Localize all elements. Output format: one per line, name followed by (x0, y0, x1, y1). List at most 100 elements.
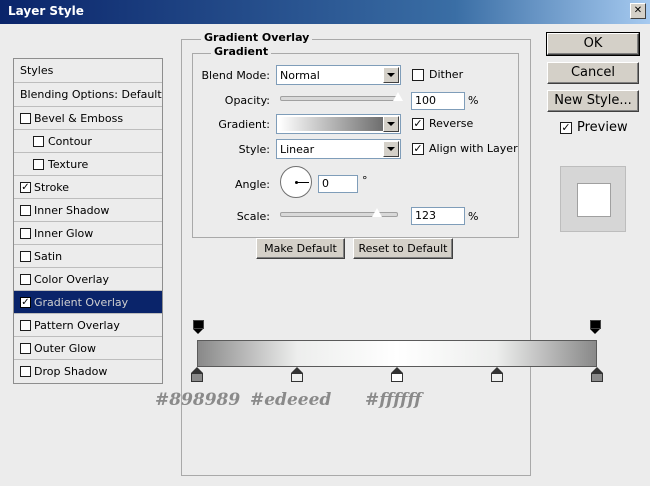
style-item-label: Pattern Overlay (34, 318, 120, 332)
style-item-label: Drop Shadow (34, 365, 108, 378)
scale-input[interactable]: 123 (411, 207, 465, 225)
color-stop-2[interactable] (291, 367, 303, 383)
gradient-bar[interactable] (197, 340, 597, 367)
blend-mode-select[interactable]: Normal (276, 65, 401, 85)
checkbox-box[interactable] (20, 205, 31, 216)
angle-label: Angle: (234, 178, 270, 191)
cancel-button[interactable]: Cancel (547, 62, 639, 84)
opacity-unit: % (468, 94, 479, 107)
style-item-gradient-overlay[interactable]: ✓ Gradient Overlay (14, 291, 162, 314)
style-item-drop-shadow[interactable]: Drop Shadow (14, 360, 162, 383)
style-item-label: Bevel & Emboss (34, 111, 124, 125)
checkbox-box[interactable] (20, 343, 31, 354)
opacity-stop-left[interactable] (193, 320, 204, 334)
opacity-slider-thumb[interactable] (392, 91, 404, 102)
color-stop-4[interactable] (491, 367, 503, 383)
style-item-outer-glow[interactable]: Outer Glow (14, 337, 162, 360)
angle-input[interactable]: 0 (318, 175, 358, 193)
chevron-down-icon[interactable] (383, 141, 399, 157)
style-item-inner-shadow[interactable]: Inner Shadow (14, 199, 162, 222)
color-stop-1[interactable] (191, 367, 203, 383)
style-value: Linear (280, 143, 315, 156)
preview-checkbox[interactable]: ✓ Preview (560, 120, 628, 135)
style-item-inner-glow[interactable]: Inner Glow (14, 222, 162, 245)
style-item-label: Color Overlay (34, 272, 109, 286)
style-item-label: Contour (48, 134, 92, 148)
style-select[interactable]: Linear (276, 139, 401, 159)
checkbox-box[interactable]: ✓ (412, 117, 424, 130)
align-with-layer-checkbox[interactable]: ✓ Align with Layer (412, 142, 518, 155)
angle-unit: ° (362, 174, 368, 187)
gradient-overlay-title: Gradient Overlay (201, 31, 313, 44)
reverse-checkbox[interactable]: ✓ Reverse (412, 117, 473, 130)
style-item-color-overlay[interactable]: Color Overlay (14, 268, 162, 291)
checkbox-box[interactable] (33, 159, 44, 170)
preview-label: Preview (577, 120, 628, 135)
style-item-label: Satin (34, 249, 63, 263)
make-default-button[interactable]: Make Default (256, 238, 345, 259)
reset-to-default-button[interactable]: Reset to Default (353, 238, 453, 259)
color-stop-3[interactable] (391, 367, 403, 383)
scale-unit: % (468, 210, 479, 223)
styles-header[interactable]: Styles (14, 59, 162, 83)
dialog-client: Styles Blending Options: Default Bevel &… (0, 24, 650, 486)
title-bar: Layer Style ✕ (0, 0, 650, 24)
checkbox-box[interactable] (33, 136, 44, 147)
checkbox-box[interactable] (20, 228, 31, 239)
style-label: Style: (238, 143, 270, 156)
chevron-down-icon[interactable] (383, 116, 399, 132)
opacity-stop-right[interactable] (590, 320, 601, 334)
checkbox-box[interactable] (20, 251, 31, 262)
blend-mode-value: Normal (280, 69, 320, 82)
opacity-slider[interactable] (280, 96, 398, 101)
styles-list: Styles Blending Options: Default Bevel &… (13, 58, 163, 384)
align-label: Align with Layer (429, 142, 518, 155)
window-title: Layer Style (8, 4, 84, 18)
checkbox-box[interactable] (20, 320, 31, 331)
ok-button[interactable]: OK (546, 32, 640, 56)
dither-checkbox[interactable]: Dither (412, 68, 463, 81)
style-item-label: Inner Shadow (34, 203, 110, 217)
style-item-satin[interactable]: Satin (14, 245, 162, 268)
style-item-texture[interactable]: Texture (14, 153, 162, 176)
blending-options-item[interactable]: Blending Options: Default (14, 83, 162, 107)
style-item-contour[interactable]: Contour (14, 130, 162, 153)
hex-label-3: #ffffff (365, 390, 422, 410)
dither-label: Dither (429, 68, 464, 81)
checkbox-box[interactable]: ✓ (412, 142, 424, 155)
checkbox-box[interactable]: ✓ (20, 182, 31, 193)
color-stop-5[interactable] (591, 367, 603, 383)
style-item-label: Texture (48, 157, 89, 171)
blend-mode-label: Blend Mode: (201, 69, 271, 82)
opacity-input[interactable]: 100 (411, 92, 465, 110)
angle-dial[interactable] (280, 166, 312, 198)
checkbox-box[interactable] (20, 113, 31, 124)
gradient-picker[interactable] (276, 114, 401, 134)
checkbox-box[interactable] (20, 366, 31, 377)
gradient-label: Gradient: (218, 118, 270, 131)
new-style-button[interactable]: New Style... (547, 90, 639, 112)
style-item-pattern-overlay[interactable]: Pattern Overlay (14, 314, 162, 337)
style-preview (560, 166, 626, 232)
close-button[interactable]: ✕ (630, 3, 646, 19)
style-item-stroke[interactable]: ✓ Stroke (14, 176, 162, 199)
gradient-title: Gradient (211, 45, 272, 58)
style-item-label: Stroke (34, 180, 70, 194)
opacity-label: Opacity: (224, 94, 270, 107)
hex-label-2: #edeeed (250, 390, 332, 410)
scale-slider-thumb[interactable] (370, 207, 383, 218)
scale-label: Scale: (236, 210, 270, 223)
reverse-label: Reverse (429, 117, 474, 130)
style-item-bevel-emboss[interactable]: Bevel & Emboss (14, 107, 162, 130)
gradient-swatch[interactable] (279, 117, 383, 131)
chevron-down-icon[interactable] (383, 67, 399, 83)
checkbox-box[interactable]: ✓ (560, 121, 572, 134)
style-item-label: Gradient Overlay (34, 295, 129, 309)
style-item-label: Inner Glow (34, 226, 94, 240)
checkbox-box[interactable]: ✓ (20, 297, 31, 308)
checkbox-box[interactable] (20, 274, 31, 285)
checkbox-box[interactable] (412, 68, 424, 81)
hex-label-1: #898989 (155, 390, 241, 410)
style-item-label: Outer Glow (34, 341, 97, 355)
preview-swatch (577, 183, 611, 217)
